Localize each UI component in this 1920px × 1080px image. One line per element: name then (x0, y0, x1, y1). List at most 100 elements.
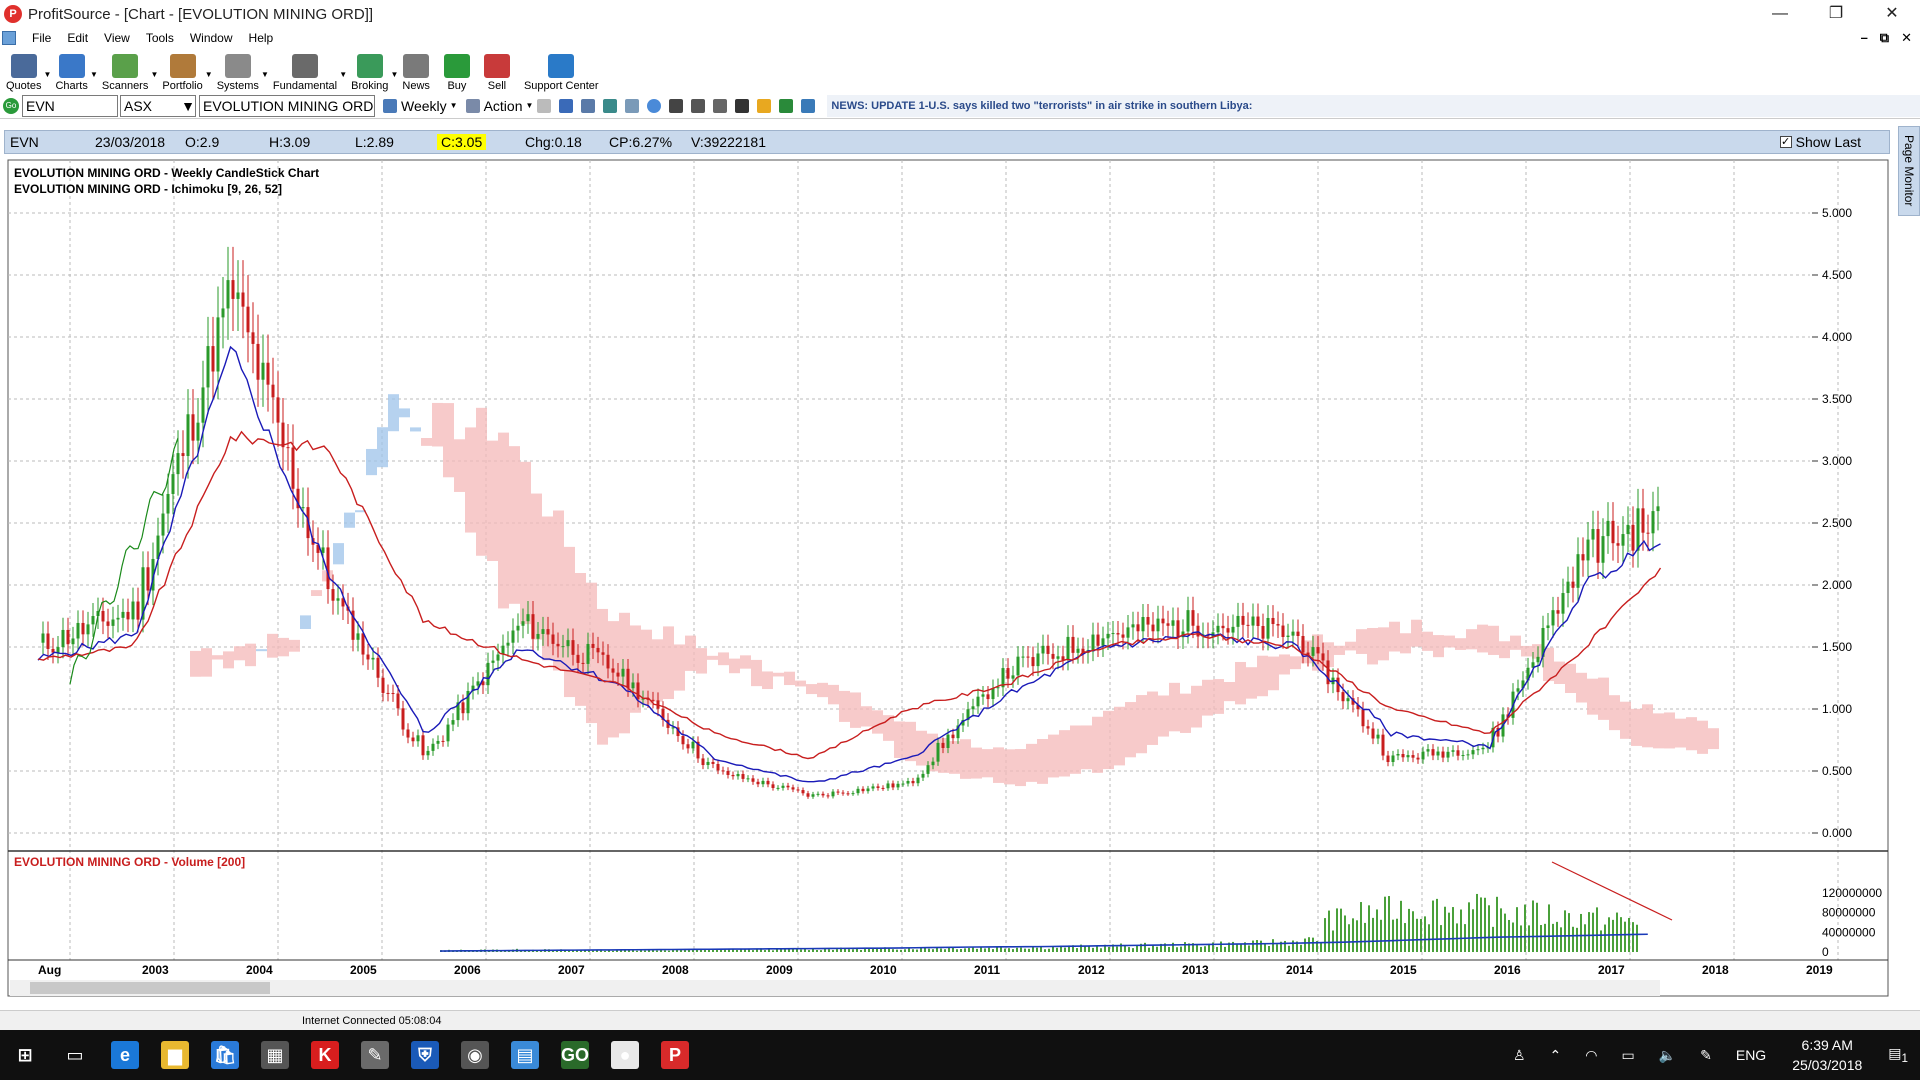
taskbar-profitsource[interactable]: P (650, 1030, 700, 1080)
candle-body (496, 654, 500, 661)
cloud-segment (1598, 677, 1609, 720)
volume-bar (1308, 937, 1310, 952)
scrollbar-thumb[interactable] (30, 982, 270, 994)
notification-icon[interactable]: ▤1 (1888, 1045, 1908, 1065)
taskbar-store[interactable]: 🛍 (200, 1030, 250, 1080)
candle-body (971, 706, 975, 710)
chevron-up-icon[interactable]: ⌃ (1550, 1047, 1562, 1064)
taskbar-start[interactable]: ⊞ (0, 1030, 50, 1080)
candle-body (1641, 508, 1645, 533)
chart-horizontal-scrollbar[interactable] (10, 980, 1660, 996)
taskbar-go-app[interactable]: GO (550, 1030, 600, 1080)
volume-bar (1220, 941, 1222, 952)
candle-body (1536, 656, 1540, 663)
candle-body (406, 729, 410, 738)
volume-bar (924, 948, 926, 952)
volume-bar (1128, 947, 1130, 952)
volume-bar (1616, 912, 1618, 952)
taskbar-k-app[interactable]: K (300, 1030, 350, 1080)
candle-body (761, 780, 765, 785)
cloud-segment (1455, 638, 1466, 650)
cloud-segment (949, 741, 960, 774)
volume-bar (936, 947, 938, 952)
candle-body (1646, 532, 1650, 534)
language-indicator[interactable]: ENG (1736, 1047, 1766, 1063)
candle-body (56, 647, 60, 653)
candle-body (691, 741, 695, 749)
cloud-segment (1334, 645, 1345, 655)
volume-bar (956, 949, 958, 952)
volume-bar (1388, 896, 1390, 952)
candle-body (1321, 653, 1325, 661)
x-tick-label: 2014 (1286, 963, 1313, 977)
volume-bar (1236, 944, 1238, 952)
cloud-segment (509, 446, 520, 604)
volume-bar (1332, 930, 1334, 952)
taskbar-security[interactable]: ⛨ (400, 1030, 450, 1080)
volume-bar (1612, 919, 1614, 952)
taskbar-camera[interactable]: ◉ (450, 1030, 500, 1080)
candle-body (1271, 617, 1275, 625)
volume-bar (1396, 918, 1398, 952)
volume-bar (1488, 905, 1490, 952)
candle-body (1276, 624, 1280, 626)
volume-bar (644, 950, 646, 952)
taskbar-explorer[interactable]: ▆ (150, 1030, 200, 1080)
taskbar-calculator[interactable]: ▦ (250, 1030, 300, 1080)
volume-bar (1000, 947, 1002, 952)
candle-body (81, 622, 85, 635)
taskbar-chrome[interactable]: ● (600, 1030, 650, 1080)
candle-body (926, 765, 930, 774)
volume-bar (1376, 909, 1378, 952)
taskbar-app-window[interactable]: ▤ (500, 1030, 550, 1080)
candle-body (586, 643, 590, 664)
x-tick-label: 2007 (558, 963, 585, 977)
wifi-icon[interactable]: ◠ (1585, 1047, 1597, 1064)
candle-body (731, 774, 735, 777)
edge-icon: e (111, 1041, 139, 1069)
cloud-segment (212, 655, 223, 660)
candle-body (86, 624, 90, 635)
candle-body (791, 787, 795, 790)
volume-bar (1156, 946, 1158, 952)
volume-bar (656, 950, 658, 952)
y-tick-label: 2.500 (1822, 516, 1852, 530)
volume-bar (1472, 909, 1474, 952)
volume-bar (1352, 918, 1354, 952)
candle-body (1446, 751, 1450, 758)
volume-tick-label: 0 (1822, 945, 1829, 959)
volume-bar (1532, 900, 1534, 952)
taskbar-edge[interactable]: e (100, 1030, 150, 1080)
taskbar-task-view[interactable]: ▭ (50, 1030, 100, 1080)
candle-body (1051, 653, 1055, 659)
volume-icon[interactable]: 🔈 (1659, 1047, 1676, 1064)
candle-body (1471, 750, 1475, 755)
price-chart[interactable]: 0.000 0.500 1.000 1.500 2.000 2.500 3.000 3.500… (0, 0, 1920, 1010)
cloud-segment (1565, 663, 1576, 693)
candle-body (1456, 750, 1460, 756)
candle-body (606, 654, 610, 669)
cloud-segment (1169, 682, 1180, 732)
volume-tick-label: 120000000 (1822, 886, 1882, 900)
candle-body (581, 662, 585, 664)
volume-bar (904, 949, 906, 952)
candle-body (491, 660, 495, 663)
volume-bar (1292, 940, 1294, 952)
candle-body (1146, 617, 1150, 625)
volume-bar (948, 947, 950, 952)
volume-bar (1344, 915, 1346, 952)
battery-icon[interactable]: ▭ (1621, 1047, 1634, 1064)
candle-body (1101, 638, 1105, 646)
clock[interactable]: 6:39 AM 25/03/2018 (1792, 1035, 1862, 1075)
cloud-segment (839, 690, 850, 722)
taskbar-paint-app[interactable]: ✎ (350, 1030, 400, 1080)
cloud-segment (410, 427, 421, 432)
cloud-segment (993, 747, 1004, 783)
candle-body (521, 621, 525, 626)
pen-icon[interactable]: ✎ (1700, 1047, 1712, 1064)
y-tick-label: 4.000 (1822, 330, 1852, 344)
people-icon[interactable]: ♙ (1513, 1047, 1526, 1064)
candle-body (566, 640, 570, 647)
volume-bar (912, 949, 914, 952)
cloud-segment (663, 626, 674, 700)
